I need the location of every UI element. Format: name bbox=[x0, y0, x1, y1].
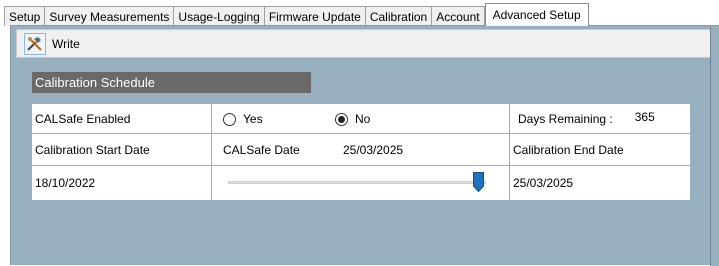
radio-no[interactable]: No bbox=[335, 112, 370, 126]
write-button[interactable]: Write bbox=[21, 32, 83, 56]
calsafe-date-cell: CALSafe Date 25/03/2025 bbox=[212, 134, 509, 165]
calibration-grid: CALSafe Enabled Yes No Days Remaining : … bbox=[32, 104, 690, 200]
calsafe-date-label: CALSafe Date bbox=[223, 142, 300, 157]
calibration-start-date-value: 18/10/2022 bbox=[32, 166, 211, 200]
calsafe-enabled-label: CALSafe Enabled bbox=[32, 104, 211, 133]
calibration-end-date-label: Calibration End Date bbox=[510, 134, 690, 165]
radio-yes-label: Yes bbox=[243, 112, 263, 126]
calsafe-date-slider-track[interactable] bbox=[228, 181, 486, 184]
radio-selected-dot bbox=[338, 115, 345, 123]
radio-yes-circle[interactable] bbox=[223, 112, 236, 126]
toolbar: Write bbox=[16, 29, 713, 58]
days-remaining-label: Days Remaining : bbox=[518, 111, 613, 126]
radio-no-circle[interactable] bbox=[335, 112, 348, 126]
tab-firmware-update[interactable]: Firmware Update bbox=[263, 6, 366, 26]
write-label: Write bbox=[52, 36, 80, 51]
calibration-end-date-value: 25/03/2025 bbox=[510, 166, 690, 200]
tab-usage-logging[interactable]: Usage-Logging bbox=[173, 6, 265, 26]
tab-strip: Setup Survey Measurements Usage-Logging … bbox=[4, 3, 589, 26]
tab-survey-measurements[interactable]: Survey Measurements bbox=[44, 6, 175, 26]
tab-setup[interactable]: Setup bbox=[4, 6, 46, 26]
calsafe-date-value: 25/03/2025 bbox=[343, 142, 404, 157]
days-remaining-value: 365 bbox=[634, 109, 655, 124]
write-tools-icon bbox=[24, 32, 46, 55]
app-window: Setup Survey Measurements Usage-Logging … bbox=[0, 0, 719, 266]
radio-no-label: No bbox=[355, 112, 371, 126]
calsafe-date-slider-thumb[interactable] bbox=[473, 172, 484, 192]
calsafe-radio-group: Yes No bbox=[212, 104, 509, 133]
radio-yes[interactable]: Yes bbox=[223, 112, 263, 126]
tab-advanced-setup[interactable]: Advanced Setup bbox=[484, 3, 589, 26]
section-title: Calibration Schedule bbox=[32, 72, 311, 93]
calibration-start-date-label: Calibration Start Date bbox=[32, 134, 211, 165]
tab-calibration[interactable]: Calibration bbox=[364, 6, 433, 26]
advanced-setup-page: Write Calibration Schedule CALSafe Enabl… bbox=[10, 25, 719, 266]
calsafe-date-slider-cell bbox=[212, 166, 509, 200]
tab-account[interactable]: Account bbox=[431, 6, 485, 26]
days-remaining-cell: Days Remaining : 365 bbox=[510, 104, 690, 133]
right-scroll-edge bbox=[710, 26, 719, 266]
